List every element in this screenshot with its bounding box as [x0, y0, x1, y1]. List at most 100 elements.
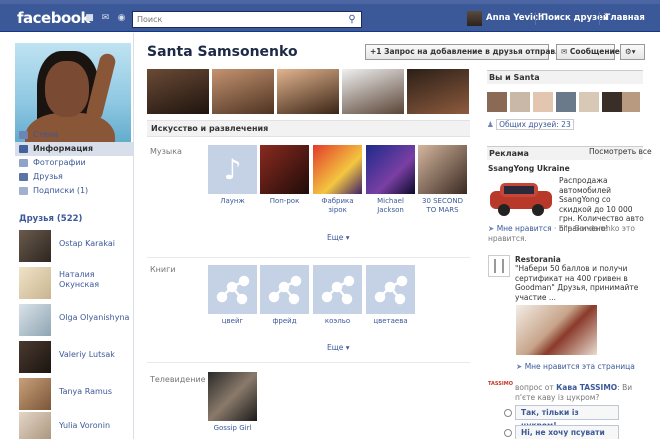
- like-icon: ➤: [488, 224, 495, 233]
- friend-name[interactable]: Ostap Karakai: [59, 239, 133, 249]
- book-item[interactable]: фрейд: [260, 265, 309, 326]
- friend-photo[interactable]: [19, 378, 51, 410]
- car-image[interactable]: [488, 177, 554, 217]
- gear-icon: ⚙: [625, 47, 632, 56]
- nav-item-label: Друзья: [33, 172, 63, 181]
- music-item[interactable]: 30 SECOND TO MARS: [418, 145, 467, 215]
- tv-image: [208, 372, 257, 421]
- nav-item-wall[interactable]: Стена: [15, 128, 134, 142]
- photo-thumb[interactable]: [147, 69, 209, 114]
- photo-thumb[interactable]: [212, 69, 274, 114]
- friend-item[interactable]: Olga Olyanishyna: [19, 304, 134, 336]
- photo-thumb[interactable]: [342, 69, 404, 114]
- profile-nav: Стена Информация Фотографии Друзья Подпи…: [15, 128, 134, 198]
- book-caption[interactable]: цвейг: [208, 317, 257, 326]
- music-item[interactable]: Фабрика зірок: [313, 145, 362, 215]
- like-link[interactable]: Мне нравится эта страница: [525, 362, 635, 371]
- book-item[interactable]: цвейг: [208, 265, 257, 326]
- book-item[interactable]: цветаева: [366, 265, 415, 326]
- see-all-link[interactable]: Посмотреть все: [589, 147, 652, 157]
- poll-brand-link[interactable]: Кава TASSIMO: [556, 383, 617, 392]
- book-item[interactable]: коэльо: [313, 265, 362, 326]
- music-caption[interactable]: 30 SECOND TO MARS: [418, 197, 467, 215]
- friend-item[interactable]: Наталия Окунская: [19, 267, 134, 299]
- friend-request-sent-button[interactable]: +1 Запрос на добавление в друзья отправл…: [365, 44, 571, 60]
- poll-radio[interactable]: [504, 429, 512, 437]
- mutual-friend-thumb[interactable]: [510, 92, 530, 112]
- mutual-friend-thumb[interactable]: [556, 92, 576, 112]
- nav-item-info[interactable]: Информация: [15, 142, 134, 156]
- friend-item[interactable]: Yulia Voronin: [19, 412, 134, 439]
- photo-thumb[interactable]: [407, 69, 469, 114]
- book-caption[interactable]: цветаева: [366, 317, 415, 326]
- poll-option[interactable]: Ні, не хочу псувати смак!: [515, 425, 619, 439]
- music-item[interactable]: Michael Jackson: [366, 145, 415, 215]
- tassimo-logo-icon[interactable]: TASSIMO: [488, 381, 513, 397]
- friend-photo[interactable]: [19, 412, 51, 439]
- photo-thumb[interactable]: [277, 69, 339, 114]
- message-button[interactable]: ✉ Сообщение: [556, 44, 620, 60]
- friend-photo[interactable]: [19, 267, 51, 299]
- friends-header[interactable]: Друзья (522): [19, 214, 82, 224]
- friend-item[interactable]: Ostap Karakai: [19, 230, 134, 262]
- tv-caption[interactable]: Gossip Girl: [208, 424, 257, 433]
- ad-title[interactable]: SsangYong Ukraine: [488, 164, 570, 174]
- divider: [147, 362, 470, 363]
- like-link[interactable]: Мне нравится: [497, 224, 552, 233]
- profile-name: Santa Samsonenko: [147, 44, 298, 60]
- facebook-logo[interactable]: facebook: [17, 9, 91, 27]
- book-caption[interactable]: фрейд: [260, 317, 309, 326]
- friend-name[interactable]: Наталия Окунская: [59, 270, 133, 290]
- friend-name[interactable]: Valeriy Lutsak: [59, 350, 133, 360]
- friend-name[interactable]: Olga Olyanishyna: [59, 313, 133, 323]
- mutual-friend-thumb[interactable]: [487, 92, 507, 112]
- mutual-friend-thumb[interactable]: [602, 92, 622, 112]
- poll-radio[interactable]: [504, 409, 512, 417]
- tv-item[interactable]: Gossip Girl: [208, 372, 257, 433]
- nav-item-photos[interactable]: Фотографии: [15, 156, 134, 170]
- nav-item-friends[interactable]: Друзья: [15, 170, 134, 184]
- music-caption[interactable]: Michael Jackson: [366, 197, 415, 215]
- settings-chevron: ▾: [631, 47, 636, 56]
- search-icon[interactable]: ⚲: [345, 13, 359, 26]
- mutual-friends-link[interactable]: Общих друзей: 23: [496, 119, 574, 130]
- friend-requests-icon[interactable]: ■: [84, 13, 95, 23]
- food-image[interactable]: [516, 305, 597, 355]
- friend-name[interactable]: Tanya Ramus: [59, 387, 133, 397]
- home-link[interactable]: Главная: [605, 13, 645, 23]
- music-caption[interactable]: Поп-рок: [260, 197, 309, 206]
- friend-photo[interactable]: [19, 341, 51, 373]
- avatar[interactable]: [467, 11, 482, 26]
- music-caption[interactable]: Лаунж: [208, 197, 257, 206]
- music-more-link[interactable]: Еще ▾: [327, 233, 350, 242]
- mutual-friends-row[interactable]: ♟ Общих друзей: 23: [487, 119, 574, 130]
- tv-label: Телевидение: [150, 375, 206, 384]
- friend-name[interactable]: Yulia Voronin: [59, 421, 133, 431]
- settings-button[interactable]: ⚙▾: [620, 44, 645, 60]
- friends-icon: ♟: [487, 120, 494, 129]
- music-item[interactable]: ♪ Лаунж: [208, 145, 257, 206]
- friend-photo[interactable]: [19, 230, 51, 262]
- divider: [535, 12, 536, 25]
- messages-icon[interactable]: ✉: [100, 13, 111, 23]
- search-box[interactable]: ⚲: [132, 11, 362, 28]
- books-more-link[interactable]: Еще ▾: [327, 343, 350, 352]
- message-label: Сообщение: [569, 47, 620, 56]
- music-image: [366, 145, 415, 194]
- info-icon: [19, 145, 28, 153]
- book-caption[interactable]: коэльо: [313, 317, 362, 326]
- friend-item[interactable]: Tanya Ramus: [19, 378, 134, 410]
- mutual-friend-thumb[interactable]: [622, 92, 640, 112]
- poll-option[interactable]: Так, тільки із цукром!: [515, 405, 619, 430]
- friend-item[interactable]: Valeriy Lutsak: [19, 341, 134, 373]
- mutual-friend-thumb[interactable]: [533, 92, 553, 112]
- notifications-icon[interactable]: ◉: [116, 13, 127, 23]
- mutual-friend-thumb[interactable]: [579, 92, 599, 112]
- book-placeholder-icon: [260, 265, 309, 314]
- nav-item-subscriptions[interactable]: Подписки (1): [15, 184, 134, 198]
- music-caption[interactable]: Фабрика зірок: [313, 197, 362, 215]
- friend-photo[interactable]: [19, 304, 51, 336]
- search-input[interactable]: [133, 12, 333, 27]
- music-item[interactable]: Поп-рок: [260, 145, 309, 206]
- restorania-logo-icon[interactable]: [488, 255, 510, 277]
